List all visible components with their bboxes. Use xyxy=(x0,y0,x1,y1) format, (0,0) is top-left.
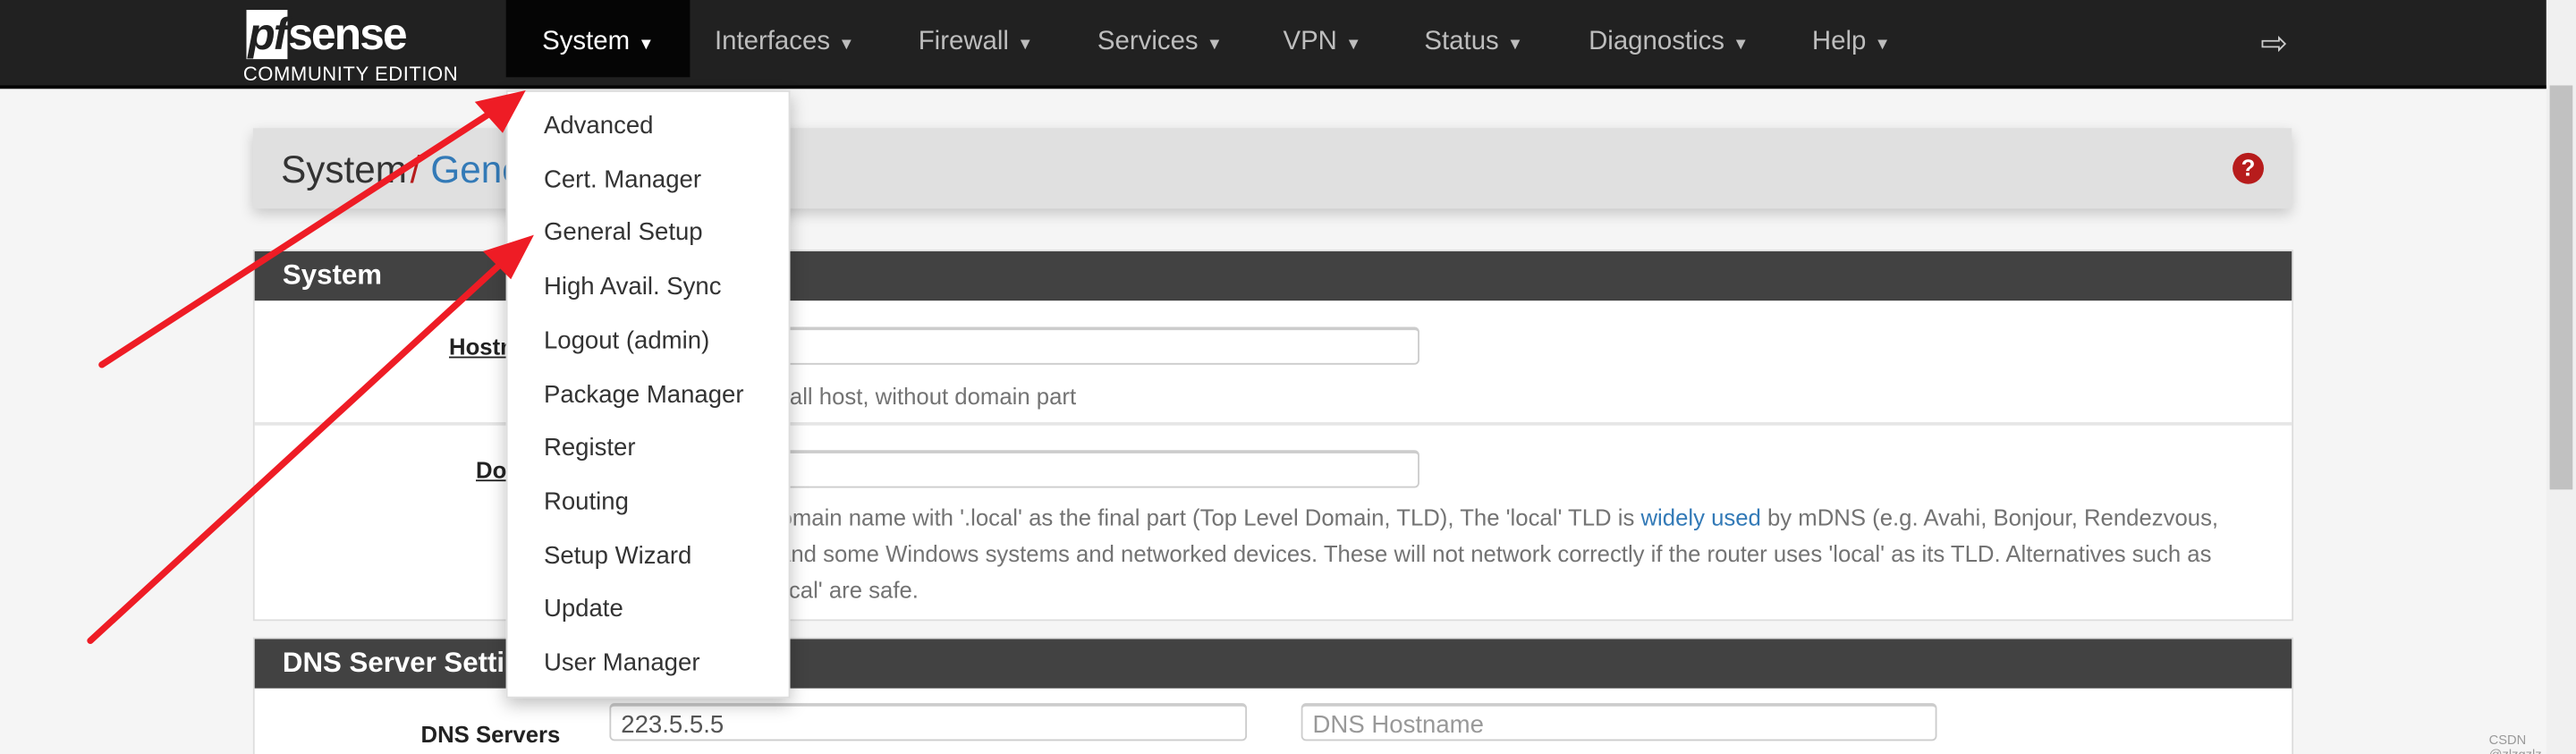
annotation-arrowhead-1 xyxy=(474,90,526,133)
page: pfsense COMMUNITY EDITION System ▼ Interf… xyxy=(0,0,2576,754)
annotation-arrow-2 xyxy=(87,250,516,644)
annotation-arrows xyxy=(87,90,534,644)
annotation-arrow-1 xyxy=(98,101,506,369)
watermark: CSDN @zlzgzlz xyxy=(2488,733,2542,754)
